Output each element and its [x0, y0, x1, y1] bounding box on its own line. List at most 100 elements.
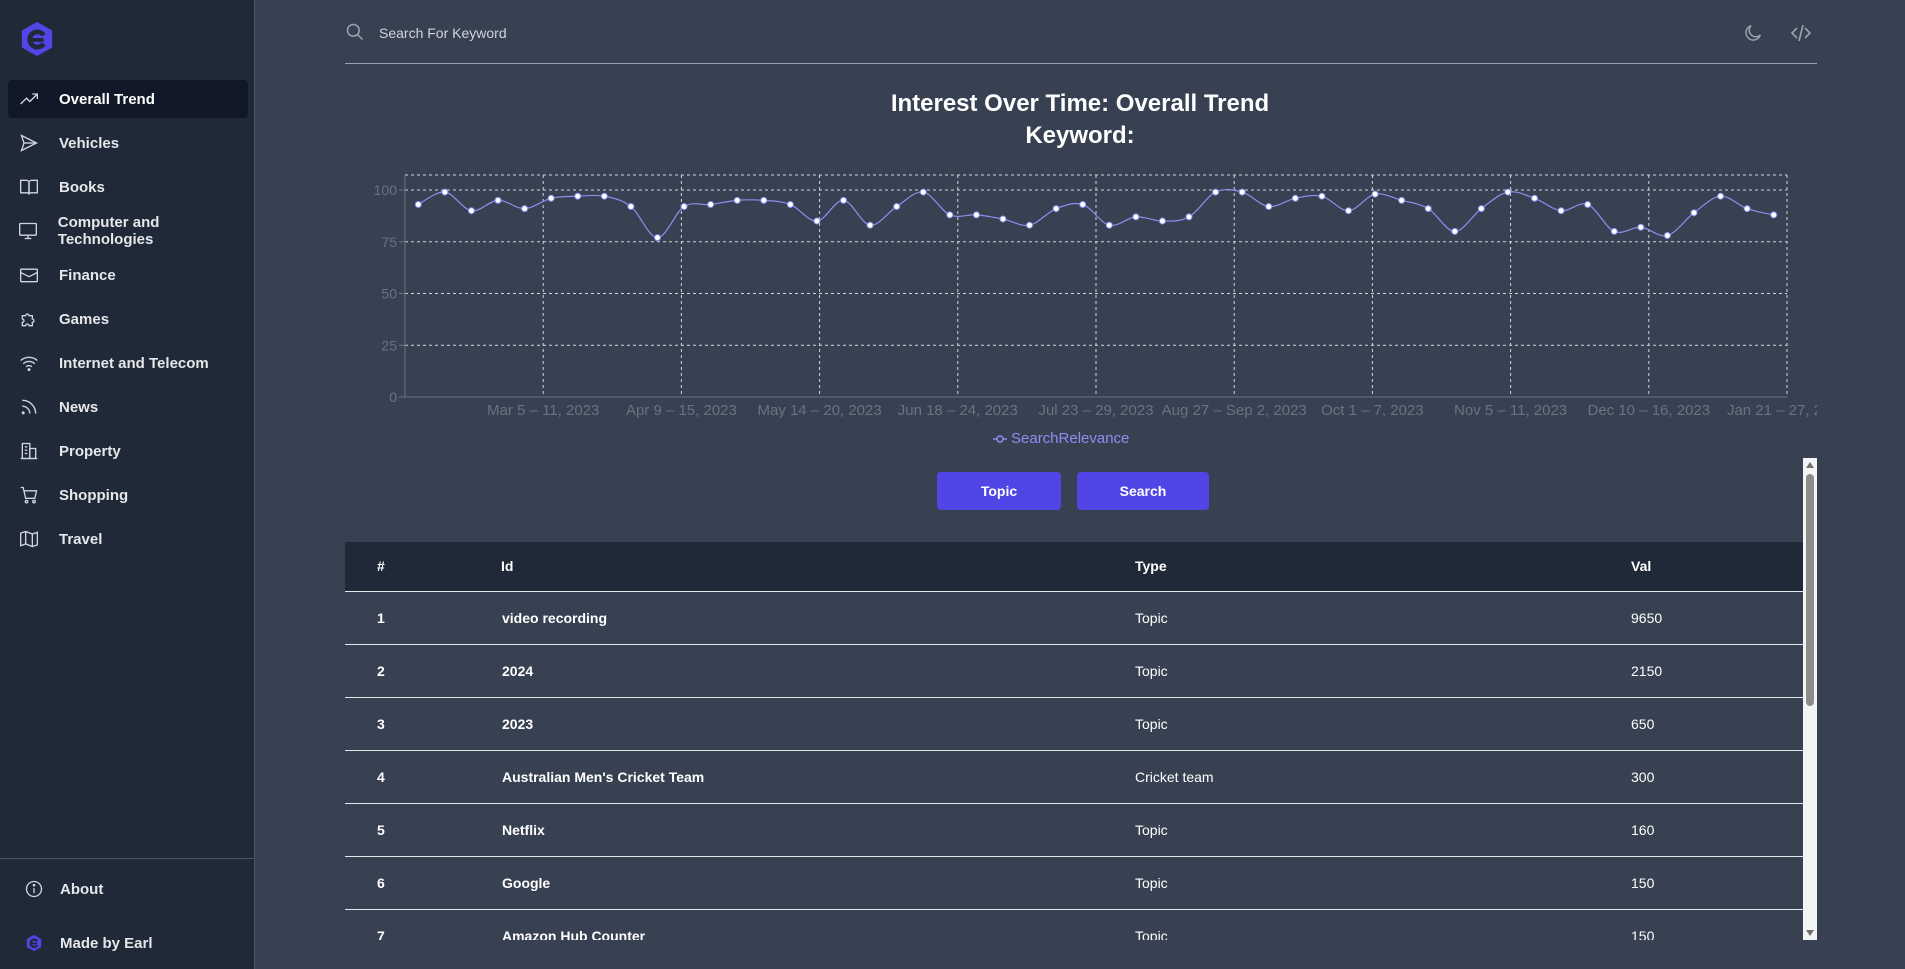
- data-point[interactable]: [1610, 227, 1618, 235]
- x-tick-label: Mar 5 – 11, 2023: [487, 402, 599, 419]
- sidebar-item-overall-trend[interactable]: Overall Trend: [8, 80, 248, 118]
- row-index: 4: [377, 768, 385, 785]
- data-point[interactable]: [1238, 188, 1246, 196]
- data-point[interactable]: [1158, 217, 1166, 225]
- table-row[interactable]: 4 Australian Men's Cricket Team Cricket …: [345, 750, 1803, 803]
- table-row[interactable]: 3 2023 Topic 650: [345, 697, 1803, 750]
- data-point[interactable]: [1424, 205, 1432, 213]
- sidebar-item-vehicles[interactable]: Vehicles: [8, 124, 248, 162]
- data-point[interactable]: [946, 211, 954, 219]
- data-point[interactable]: [1584, 200, 1592, 208]
- theme-toggle-button[interactable]: [1740, 20, 1766, 46]
- row-index: 7: [377, 927, 385, 940]
- sidebar-item-news[interactable]: News: [8, 388, 248, 426]
- search-icon: [346, 23, 364, 41]
- data-point[interactable]: [441, 188, 449, 196]
- data-point[interactable]: [680, 203, 688, 211]
- sidebar-item-games[interactable]: Games: [8, 300, 248, 338]
- data-point[interactable]: [414, 200, 422, 208]
- data-point[interactable]: [760, 196, 768, 204]
- x-tick-label: Dec 10 – 16, 2023: [1588, 402, 1711, 419]
- row-type: Topic: [1135, 715, 1168, 732]
- table-scrollbar[interactable]: [1803, 458, 1817, 940]
- scroll-up-icon[interactable]: [1806, 462, 1814, 468]
- sidebar-item-finance[interactable]: Finance: [8, 256, 248, 294]
- data-point[interactable]: [813, 217, 821, 225]
- app-logo-icon[interactable]: [18, 20, 56, 58]
- table-row[interactable]: 2 2024 Topic 2150: [345, 644, 1803, 697]
- table-row[interactable]: 5 Netflix Topic 160: [345, 803, 1803, 856]
- column-header-id[interactable]: Id: [500, 542, 1134, 591]
- data-point[interactable]: [1398, 196, 1406, 204]
- about-link[interactable]: About: [24, 879, 103, 899]
- sidebar-item-label: News: [59, 398, 99, 416]
- data-point[interactable]: [1451, 227, 1459, 235]
- data-point[interactable]: [1079, 200, 1087, 208]
- sidebar-item-shopping[interactable]: Shopping: [8, 476, 248, 514]
- data-point[interactable]: [840, 196, 848, 204]
- row-id: video recording: [502, 609, 608, 626]
- table-row[interactable]: 1 video recording Topic 9650: [345, 591, 1803, 644]
- data-point[interactable]: [866, 221, 874, 229]
- data-point[interactable]: [786, 200, 794, 208]
- legend-label: SearchRelevance: [1011, 430, 1130, 447]
- source-code-button[interactable]: [1788, 20, 1814, 46]
- data-point[interactable]: [1318, 192, 1326, 200]
- table-row[interactable]: 7 Amazon Hub Counter Topic 150: [345, 909, 1803, 940]
- data-point[interactable]: [521, 205, 529, 213]
- sidebar-item-books[interactable]: Books: [8, 168, 248, 206]
- data-point[interactable]: [1265, 203, 1273, 211]
- data-point[interactable]: [653, 234, 661, 242]
- data-point[interactable]: [547, 194, 555, 202]
- data-point[interactable]: [1026, 221, 1034, 229]
- chart-legend[interactable]: SearchRelevance: [993, 430, 1129, 447]
- data-point[interactable]: [627, 203, 635, 211]
- data-point[interactable]: [467, 207, 475, 215]
- sidebar-item-internet-and-telecom[interactable]: Internet and Telecom: [8, 344, 248, 382]
- data-point[interactable]: [1371, 190, 1379, 198]
- data-point[interactable]: [1185, 213, 1193, 221]
- data-point[interactable]: [1557, 207, 1565, 215]
- data-point[interactable]: [1690, 209, 1698, 217]
- data-point[interactable]: [919, 188, 927, 196]
- data-point[interactable]: [1132, 213, 1140, 221]
- data-point[interactable]: [972, 211, 980, 219]
- data-point[interactable]: [1717, 192, 1725, 200]
- data-point[interactable]: [1743, 205, 1751, 213]
- x-tick-label: Jul 23 – 29, 2023: [1038, 402, 1153, 419]
- row-type: Topic: [1135, 609, 1168, 626]
- data-point[interactable]: [1531, 194, 1539, 202]
- data-point[interactable]: [1770, 211, 1778, 219]
- data-point[interactable]: [1637, 223, 1645, 231]
- column-header-index[interactable]: #: [345, 542, 500, 591]
- column-header-type[interactable]: Type: [1134, 542, 1630, 591]
- search-input[interactable]: [377, 18, 981, 48]
- data-point[interactable]: [1105, 221, 1113, 229]
- data-point[interactable]: [1212, 188, 1220, 196]
- data-point[interactable]: [1344, 207, 1352, 215]
- data-point[interactable]: [707, 200, 715, 208]
- sidebar-item-property[interactable]: Property: [8, 432, 248, 470]
- data-point[interactable]: [1052, 205, 1060, 213]
- data-point[interactable]: [1291, 194, 1299, 202]
- data-point[interactable]: [999, 215, 1007, 223]
- data-point[interactable]: [733, 196, 741, 204]
- table-row[interactable]: 6 Google Topic 150: [345, 856, 1803, 909]
- data-point[interactable]: [1663, 232, 1671, 240]
- data-point[interactable]: [1504, 188, 1512, 196]
- row-type: Cricket team: [1135, 768, 1214, 785]
- data-point[interactable]: [494, 196, 502, 204]
- column-header-val[interactable]: Val: [1630, 542, 1803, 591]
- row-id: Netflix: [502, 821, 545, 838]
- sidebar-item-label: Internet and Telecom: [59, 354, 209, 372]
- scrollbar-thumb[interactable]: [1806, 474, 1814, 706]
- scroll-down-icon[interactable]: [1806, 930, 1814, 936]
- data-point[interactable]: [574, 192, 582, 200]
- sidebar-item-travel[interactable]: Travel: [8, 520, 248, 558]
- made-by-link[interactable]: Made by Earl: [24, 933, 153, 953]
- row-id: 2023: [502, 715, 534, 732]
- sidebar-item-computer-and-technologies[interactable]: Computer and Technologies: [8, 212, 248, 250]
- data-point[interactable]: [1477, 205, 1485, 213]
- data-point[interactable]: [600, 192, 608, 200]
- data-point[interactable]: [893, 203, 901, 211]
